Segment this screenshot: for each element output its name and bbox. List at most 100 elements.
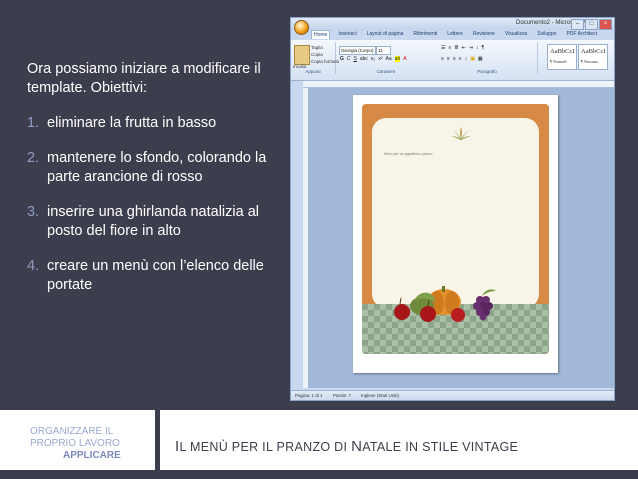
paragraph-group-label: Paragrafo — [477, 69, 497, 74]
goal-text: inserire una ghirlanda natalizia al post… — [47, 204, 259, 239]
numbering-icon[interactable]: ≡ — [448, 45, 451, 51]
goal-item: 4. creare un menù con l’elenco delle port… — [27, 257, 287, 295]
footer-bar: ORGANIZZARE IL PROPRIO LAVORO APPLICARE … — [0, 410, 638, 470]
goal-item: 1. eliminare la frutta in basso — [27, 114, 287, 133]
font-size-select[interactable]: 11 — [376, 46, 391, 55]
format-buttons: G C S abc x₂ x² Aa ab A — [340, 56, 407, 62]
paragraph-group: ☰ ≡ ≣ ⇤ ⇥ ↕ ¶ ≡ ≡ ≡ ≡ ↕ ▣ ▦ Paragrafo — [437, 42, 538, 74]
template-placeholder-text: Menù per un appetitoso pranzo — [384, 152, 433, 156]
ribbon-tabs: Home Inserisci Layout di pagina Riferime… — [311, 30, 599, 39]
footer-divider — [155, 410, 160, 470]
footer-title-part1: L MENÙ PER IL PRANZO DI — [179, 440, 352, 454]
footer-section-panel: ORGANIZZARE IL PROPRIO LAVORO APPLICARE — [0, 410, 155, 470]
font-group-label: Carattere — [376, 69, 396, 74]
goal-number: 2. — [27, 150, 40, 166]
document-area[interactable]: Menù per un appetitoso pranzo — [308, 88, 614, 388]
word-status-bar: Pagina: 1 di 1 Parole: 7 Inglese (Stati … — [291, 390, 614, 400]
paste-icon[interactable] — [294, 45, 310, 65]
horizontal-ruler[interactable] — [303, 81, 614, 88]
italic-button[interactable]: C — [347, 56, 351, 62]
tab-pdf-architect[interactable]: PDF Architect — [564, 30, 599, 39]
slide-text: Ora possiamo iniziare a modificare il te… — [27, 60, 287, 311]
window-controls: – □ × — [571, 19, 612, 30]
footer-section-line1: ORGANIZZARE IL — [30, 426, 114, 437]
goal-number: 1. — [27, 115, 40, 131]
align-left-icon[interactable]: ≡ — [441, 56, 444, 62]
status-page[interactable]: Pagina: 1 di 1 — [295, 393, 323, 398]
style-normal[interactable]: AaBbCcI ¶ Normale — [547, 44, 577, 70]
style-name: ¶ Nessuna... — [581, 59, 601, 64]
fruit-illustration-icon — [394, 286, 496, 322]
font-group: Georgia (Corpo) 11 G C S abc x₂ x² Aa ab… — [336, 42, 436, 74]
status-language[interactable]: Inglese (Stati Uniti) — [361, 393, 399, 398]
tab-visualizza[interactable]: Visualizza — [503, 30, 529, 39]
align-right-icon[interactable]: ≡ — [453, 56, 456, 62]
style-sample: AaBbCcI — [581, 48, 606, 55]
multilevel-icon[interactable]: ≣ — [454, 45, 458, 51]
tab-sviluppo[interactable]: Sviluppo — [535, 30, 558, 39]
goal-number: 4. — [27, 258, 40, 274]
bold-button[interactable]: G — [340, 56, 344, 62]
maximize-icon[interactable]: □ — [585, 19, 598, 30]
goals-list: 1. eliminare la frutta in basso 2. mantene… — [27, 114, 287, 295]
style-sample: AaBbCcI — [550, 48, 575, 55]
menu-template-frame: Menù per un appetitoso pranzo — [362, 104, 549, 354]
status-words[interactable]: Parole: 7 — [333, 393, 351, 398]
justify-icon[interactable]: ≡ — [459, 56, 462, 62]
footer-section-line3: APPLICARE — [63, 450, 121, 461]
clipboard-group: Incolla Taglia Copia Copia formato Appun… — [291, 42, 339, 74]
cut-button[interactable]: Taglia — [311, 45, 323, 50]
goal-number: 3. — [27, 204, 40, 220]
font-name-select[interactable]: Georgia (Corpo) — [339, 46, 376, 55]
increase-indent-icon[interactable]: ⇥ — [469, 45, 473, 51]
line-spacing-icon[interactable]: ↕ — [465, 56, 468, 62]
sort-icon[interactable]: ↕ — [476, 45, 479, 51]
document-page[interactable]: Menù per un appetitoso pranzo — [353, 95, 558, 373]
footer-title-cap-n: N — [351, 438, 363, 455]
tab-riferimenti[interactable]: Riferimenti — [411, 30, 439, 39]
tab-revisione[interactable]: Revisione — [471, 30, 497, 39]
style-no-spacing[interactable]: AaBbCcI ¶ Nessuna... — [578, 44, 608, 70]
tab-home[interactable]: Home — [311, 30, 331, 39]
tab-lettere[interactable]: Lettere — [445, 30, 465, 39]
template-inner-panel: Menù per un appetitoso pranzo — [372, 118, 539, 308]
flower-sprig-icon — [451, 127, 471, 140]
bullets-icon[interactable]: ☰ — [441, 45, 445, 51]
paragraph-buttons-row1: ☰ ≡ ≣ ⇤ ⇥ ↕ ¶ — [441, 45, 484, 51]
goal-text: mantenere lo sfondo, colorando la parte … — [47, 150, 267, 185]
case-button[interactable]: Aa — [386, 56, 392, 62]
align-center-icon[interactable]: ≡ — [447, 56, 450, 62]
superscript-button[interactable]: x² — [378, 56, 382, 62]
shading-icon[interactable]: ▣ — [470, 56, 475, 62]
footer-title-part2: ATALE IN STILE VINTAGE — [362, 440, 519, 454]
footer-section-label: ORGANIZZARE IL PROPRIO LAVORO APPLICARE — [30, 426, 121, 462]
tab-inserisci[interactable]: Inserisci — [336, 30, 358, 39]
strikethrough-button[interactable]: abc — [360, 56, 368, 62]
font-color-button[interactable]: A — [403, 56, 406, 62]
footer-section-line2: PROPRIO LAVORO — [30, 438, 120, 449]
close-icon[interactable]: × — [599, 19, 612, 30]
decrease-indent-icon[interactable]: ⇤ — [462, 45, 466, 51]
goal-item: 2. mantenere lo sfondo, colorando la part… — [27, 149, 287, 187]
footer-title: IL MENÙ PER IL PRANZO DI NATALE IN STILE… — [175, 438, 518, 455]
copy-button[interactable]: Copia — [311, 52, 323, 57]
subscript-button[interactable]: x₂ — [371, 56, 375, 62]
paragraph-buttons-row2: ≡ ≡ ≡ ≡ ↕ ▣ ▦ — [441, 56, 483, 62]
goal-item: 3. inserire una ghirlanda natalizia al po… — [27, 203, 287, 241]
underline-button[interactable]: S — [354, 56, 357, 62]
ribbon: Incolla Taglia Copia Copia formato Appun… — [291, 40, 614, 81]
word-window-screenshot: Documento2 - Microsoft Word – □ × Home I… — [290, 17, 615, 401]
clipboard-group-label: Appunti — [305, 69, 321, 74]
intro-text: Ora possiamo iniziare a modificare il te… — [27, 61, 261, 96]
style-name: ¶ Normale — [550, 59, 567, 64]
borders-icon[interactable]: ▦ — [478, 56, 483, 62]
tab-layout[interactable]: Layout di pagina — [365, 30, 406, 39]
pilcrow-icon[interactable]: ¶ — [482, 45, 485, 51]
slide: Ora possiamo iniziare a modificare il te… — [0, 0, 638, 479]
highlight-button[interactable]: ab — [394, 56, 401, 62]
minimize-icon[interactable]: – — [571, 19, 584, 30]
goal-text: creare un menù con l’elenco delle portat… — [47, 258, 264, 293]
word-titlebar: Documento2 - Microsoft Word – □ × — [291, 18, 614, 30]
goal-text: eliminare la frutta in basso — [47, 115, 217, 131]
office-button-icon[interactable] — [294, 20, 309, 35]
